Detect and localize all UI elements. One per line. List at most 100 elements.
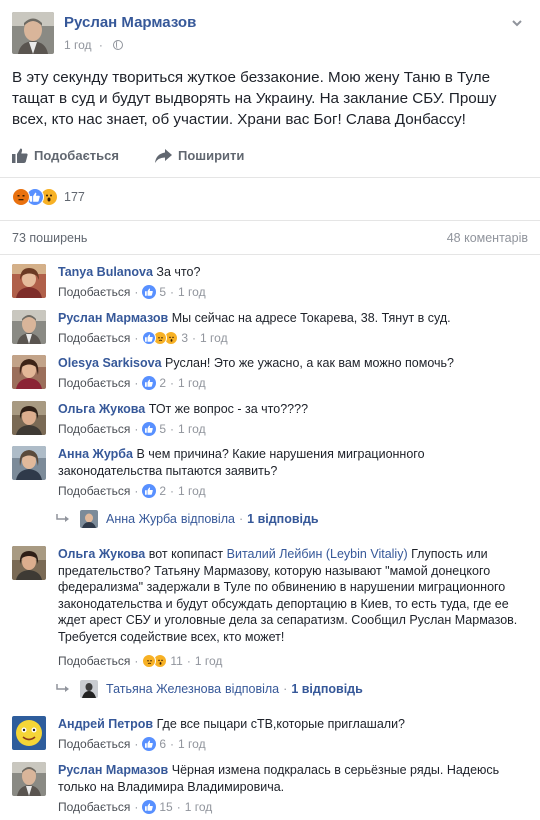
comment-time[interactable]: 1 год	[178, 484, 206, 498]
comment-like-link[interactable]: Подобається	[58, 800, 130, 814]
like-reaction-icon	[142, 484, 157, 498]
commenter-avatar[interactable]	[12, 762, 46, 796]
comment-time[interactable]: 1 год	[200, 331, 228, 345]
reply-avatar	[80, 510, 98, 528]
commenter-avatar[interactable]	[12, 716, 46, 750]
comment-like-link[interactable]: Подобається	[58, 331, 130, 345]
reply-arrow-icon	[56, 514, 69, 522]
post-stats: 73 поширень 48 коментарів	[12, 231, 528, 245]
comment-like-link[interactable]: Подобається	[58, 376, 130, 390]
post-time[interactable]: 1 год	[64, 38, 92, 52]
reply-count: 1 відповідь	[291, 682, 363, 696]
comment-meta: Подобається · 15 · 1 год	[58, 800, 213, 814]
share-arrow-icon	[155, 148, 172, 163]
commenter-avatar[interactable]	[12, 446, 46, 480]
comment: Андрей Петров Где все пыцари сТВ,которые…	[12, 716, 528, 756]
share-button[interactable]: Поширити	[155, 148, 244, 163]
commenter-name[interactable]: Tanya Bulanova	[58, 265, 153, 279]
like-reaction-icon	[142, 800, 157, 814]
comment: Tanya Bulanova За что? Подобається · 5 ·…	[12, 264, 528, 304]
comment: Ольга Жукова вот копипаст Виталий Лейбин…	[12, 546, 528, 706]
thumbs-up-icon	[12, 148, 28, 163]
commenter-avatar[interactable]	[12, 401, 46, 435]
comment-text: Мы сейчас на адресе Токарева, 38. Тянут …	[171, 311, 451, 325]
shares-count-link[interactable]: 73 поширень	[12, 231, 87, 245]
comment-text: За что?	[156, 265, 201, 279]
post-text: В эту секунду твориться жуткое беззакони…	[12, 69, 497, 128]
chevron-down-icon[interactable]	[510, 16, 524, 30]
comment-body: Olesya Sarkisova Руслан! Это же ужасно, …	[58, 355, 528, 372]
post-header: Руслан Мармазов 1 год ·	[12, 10, 528, 58]
share-button-label: Поширити	[178, 148, 245, 163]
comment-likes-count[interactable]: 2	[159, 376, 166, 390]
comment-time[interactable]: 1 год	[178, 285, 206, 299]
comment-body: Tanya Bulanova За что?	[58, 264, 528, 281]
reply-count: 1 відповідь	[247, 512, 319, 526]
comment-text-prefix: вот копипаст	[148, 547, 224, 561]
commenter-name[interactable]: Андрей Петров	[58, 717, 153, 731]
comment-meta: Подобається · 11 · 1 год	[58, 654, 223, 668]
comment-like-link[interactable]: Подобається	[58, 422, 130, 436]
comment-likes-count[interactable]: 6	[159, 737, 166, 751]
commenter-avatar[interactable]	[12, 310, 46, 344]
commenter-name[interactable]: Руслан Мармазов	[58, 311, 168, 325]
comment-like-link[interactable]: Подобається	[58, 737, 130, 751]
like-button[interactable]: Подобається	[12, 148, 119, 163]
commenter-name[interactable]: Ольга Жукова	[58, 402, 145, 416]
commenter-avatar[interactable]	[12, 546, 46, 580]
comment-text: Руслан! Это же ужасно, а как вам можно п…	[165, 356, 455, 370]
comment-time[interactable]: 1 год	[178, 737, 206, 751]
post-meta: 1 год ·	[64, 38, 124, 52]
comment-meta: Подобається · 5 · 1 год	[58, 422, 206, 436]
comment-likes-count[interactable]: 2	[159, 484, 166, 498]
commenter-avatar[interactable]	[12, 264, 46, 298]
comment-text: Глупость или предательство? Татьяну Марм…	[58, 547, 518, 644]
meta-separator: ·	[98, 38, 103, 52]
reactions-count[interactable]: 177	[64, 190, 85, 204]
commenter-name[interactable]: Olesya Sarkisova	[58, 356, 162, 370]
comment-body: Руслан Мармазов Чёрная измена подкралась…	[58, 762, 528, 795]
comments-count-link[interactable]: 48 коментарів	[447, 231, 528, 245]
comment-like-link[interactable]: Подобається	[58, 285, 130, 299]
comment-time[interactable]: 1 год	[185, 800, 213, 814]
comment-text: ТОт же вопрос - за что????	[148, 402, 309, 416]
author-avatar[interactable]	[12, 12, 54, 54]
comment-body: Ольга Жукова ТОт же вопрос - за что????	[58, 401, 528, 418]
reply-verb: відповіла	[180, 512, 235, 526]
angry-reaction-icon	[12, 188, 30, 206]
replies-link[interactable]: Татьяна Железнова відповіла · 1 відповід…	[56, 680, 363, 698]
comment-meta: Подобається · 6 · 1 год	[58, 737, 206, 751]
commenter-name[interactable]: Анна Журба	[58, 447, 133, 461]
comment-likes-count[interactable]: 5	[159, 285, 166, 299]
reactions-summary[interactable]: 177	[12, 187, 85, 207]
comment-likes-count[interactable]: 11	[170, 654, 182, 668]
mentioned-user-link[interactable]: Виталий Лейбин (Leybin Vitaliy)	[227, 547, 408, 561]
comment: Руслан Мармазов Мы сейчас на адресе Тока…	[12, 310, 528, 350]
comment-likes-count[interactable]: 5	[159, 422, 166, 436]
comment-meta: Подобається · 2 · 1 год	[58, 376, 206, 390]
comment-like-link[interactable]: Подобається	[58, 654, 130, 668]
comment-likes-count[interactable]: 3	[181, 331, 188, 345]
comment-time[interactable]: 1 год	[195, 654, 223, 668]
comment: Olesya Sarkisova Руслан! Это же ужасно, …	[12, 355, 528, 395]
divider	[0, 254, 540, 255]
post-author-name[interactable]: Руслан Мармазов	[64, 14, 196, 31]
comment-time[interactable]: 1 год	[178, 422, 206, 436]
comment-meta: Подобається · 2 · 1 год	[58, 484, 206, 498]
comment-likes-count[interactable]: 15	[159, 800, 172, 814]
reply-author: Анна Журба	[106, 512, 177, 526]
comment-meta: Подобається · 3 · 1 год	[58, 331, 228, 345]
comment-like-link[interactable]: Подобається	[58, 484, 130, 498]
replies-link[interactable]: Анна Журба відповіла · 1 відповідь	[56, 510, 319, 528]
like-reaction-icon	[142, 285, 157, 299]
reply-avatar	[80, 680, 98, 698]
commenter-avatar[interactable]	[12, 355, 46, 389]
commenter-name[interactable]: Ольга Жукова	[58, 547, 145, 561]
comment-body: Ольга Жукова вот копипаст Виталий Лейбин…	[58, 546, 528, 645]
reply-verb: відповіла	[225, 682, 280, 696]
reply-author: Татьяна Железнова	[106, 682, 222, 696]
comment-time[interactable]: 1 год	[178, 376, 206, 390]
commenter-name[interactable]: Руслан Мармазов	[58, 763, 168, 777]
comment: Руслан Мармазов Чёрная измена подкралась…	[12, 762, 528, 818]
like-reaction-icon	[142, 422, 157, 436]
